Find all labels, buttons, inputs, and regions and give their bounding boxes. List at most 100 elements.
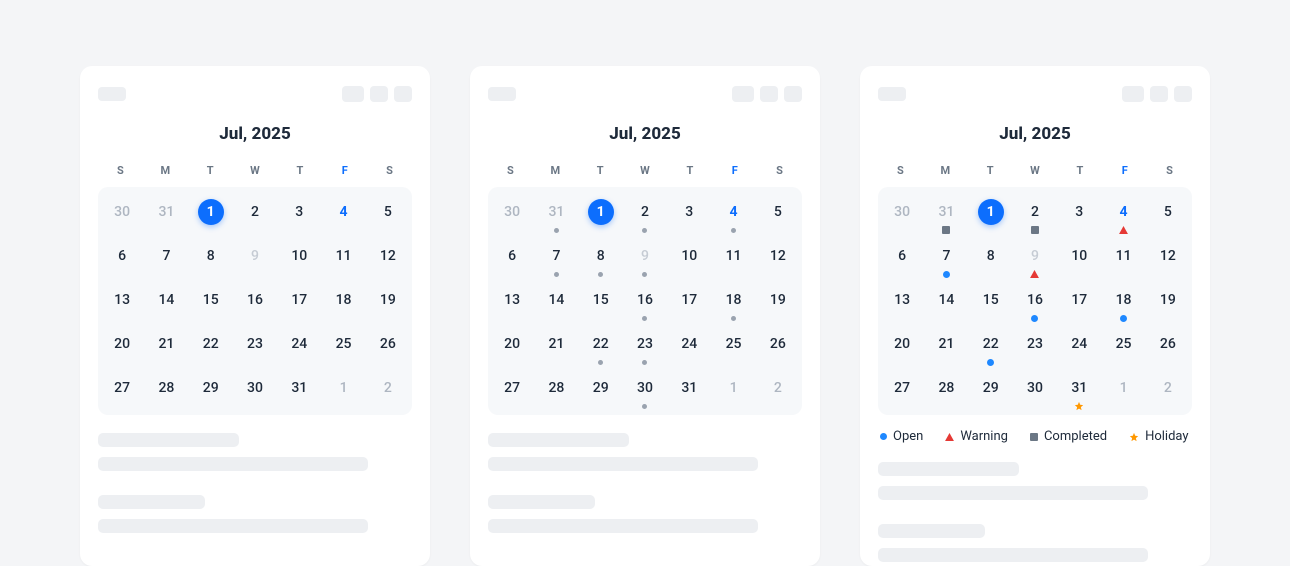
day-cell[interactable]: 27 <box>880 369 924 413</box>
day-cell[interactable]: 2 <box>756 369 800 413</box>
day-cell[interactable]: 1 <box>969 193 1013 237</box>
day-cell[interactable]: 5 <box>756 193 800 237</box>
day-cell[interactable]: 28 <box>534 369 578 413</box>
day-cell[interactable]: 5 <box>1146 193 1190 237</box>
day-cell[interactable]: 11 <box>1101 237 1145 281</box>
day-cell[interactable]: 26 <box>756 325 800 369</box>
day-cell[interactable]: 20 <box>880 325 924 369</box>
placeholder-action[interactable] <box>394 86 412 102</box>
day-cell[interactable]: 11 <box>321 237 365 281</box>
day-cell[interactable]: 30 <box>623 369 667 413</box>
day-cell[interactable]: 16 <box>1013 281 1057 325</box>
day-cell[interactable]: 26 <box>366 325 410 369</box>
day-cell[interactable]: 19 <box>1146 281 1190 325</box>
day-cell[interactable]: 15 <box>189 281 233 325</box>
day-cell[interactable]: 4 <box>321 193 365 237</box>
day-cell[interactable]: 17 <box>667 281 711 325</box>
day-cell[interactable]: 21 <box>144 325 188 369</box>
day-cell[interactable]: 4 <box>711 193 755 237</box>
day-cell[interactable]: 25 <box>711 325 755 369</box>
day-cell[interactable]: 7 <box>144 237 188 281</box>
day-cell[interactable]: 10 <box>667 237 711 281</box>
day-cell[interactable]: 9 <box>233 237 277 281</box>
day-cell[interactable]: 15 <box>969 281 1013 325</box>
day-cell[interactable]: 2 <box>366 369 410 413</box>
day-cell[interactable]: 3 <box>1057 193 1101 237</box>
day-cell[interactable]: 21 <box>924 325 968 369</box>
day-cell[interactable]: 6 <box>490 237 534 281</box>
day-cell[interactable]: 31 <box>277 369 321 413</box>
day-cell[interactable]: 14 <box>924 281 968 325</box>
day-cell[interactable]: 8 <box>579 237 623 281</box>
day-cell[interactable]: 20 <box>100 325 144 369</box>
day-cell[interactable]: 18 <box>711 281 755 325</box>
placeholder-action[interactable] <box>784 86 802 102</box>
placeholder-action[interactable] <box>732 86 754 102</box>
day-cell[interactable]: 22 <box>189 325 233 369</box>
day-cell[interactable]: 2 <box>233 193 277 237</box>
day-cell[interactable]: 23 <box>623 325 667 369</box>
day-cell[interactable]: 14 <box>534 281 578 325</box>
day-cell[interactable]: 9 <box>623 237 667 281</box>
day-cell[interactable]: 7 <box>534 237 578 281</box>
day-cell[interactable]: 14 <box>144 281 188 325</box>
day-cell[interactable]: 22 <box>579 325 623 369</box>
day-cell[interactable]: 29 <box>579 369 623 413</box>
placeholder-action[interactable] <box>1174 86 1192 102</box>
day-cell[interactable]: 19 <box>366 281 410 325</box>
day-cell[interactable]: 31 <box>924 193 968 237</box>
day-cell[interactable]: 31 <box>1057 369 1101 413</box>
day-cell[interactable]: 13 <box>880 281 924 325</box>
day-cell[interactable]: 15 <box>579 281 623 325</box>
day-cell[interactable]: 30 <box>100 193 144 237</box>
day-cell[interactable]: 26 <box>1146 325 1190 369</box>
day-cell[interactable]: 1 <box>189 193 233 237</box>
day-cell[interactable]: 29 <box>969 369 1013 413</box>
day-cell[interactable]: 12 <box>1146 237 1190 281</box>
day-cell[interactable]: 18 <box>1101 281 1145 325</box>
day-cell[interactable]: 18 <box>321 281 365 325</box>
day-cell[interactable]: 10 <box>277 237 321 281</box>
day-cell[interactable]: 20 <box>490 325 534 369</box>
day-cell[interactable]: 12 <box>366 237 410 281</box>
day-cell[interactable]: 23 <box>233 325 277 369</box>
day-cell[interactable]: 29 <box>189 369 233 413</box>
day-cell[interactable]: 3 <box>667 193 711 237</box>
day-cell[interactable]: 25 <box>1101 325 1145 369</box>
day-cell[interactable]: 24 <box>667 325 711 369</box>
day-cell[interactable]: 21 <box>534 325 578 369</box>
day-cell[interactable]: 1 <box>711 369 755 413</box>
day-cell[interactable]: 25 <box>321 325 365 369</box>
day-cell[interactable]: 31 <box>534 193 578 237</box>
day-cell[interactable]: 6 <box>880 237 924 281</box>
day-cell[interactable]: 2 <box>623 193 667 237</box>
day-cell[interactable]: 30 <box>880 193 924 237</box>
placeholder-action[interactable] <box>342 86 364 102</box>
placeholder-action[interactable] <box>370 86 388 102</box>
day-cell[interactable]: 27 <box>490 369 534 413</box>
day-cell[interactable]: 24 <box>277 325 321 369</box>
day-cell[interactable]: 28 <box>924 369 968 413</box>
day-cell[interactable]: 30 <box>233 369 277 413</box>
day-cell[interactable]: 8 <box>969 237 1013 281</box>
placeholder-action[interactable] <box>760 86 778 102</box>
day-cell[interactable]: 13 <box>490 281 534 325</box>
day-cell[interactable]: 27 <box>100 369 144 413</box>
day-cell[interactable]: 8 <box>189 237 233 281</box>
day-cell[interactable]: 5 <box>366 193 410 237</box>
day-cell[interactable]: 28 <box>144 369 188 413</box>
day-cell[interactable]: 24 <box>1057 325 1101 369</box>
day-cell[interactable]: 1 <box>1101 369 1145 413</box>
placeholder-action[interactable] <box>1122 86 1144 102</box>
day-cell[interactable]: 6 <box>100 237 144 281</box>
day-cell[interactable]: 1 <box>579 193 623 237</box>
day-cell[interactable]: 1 <box>321 369 365 413</box>
day-cell[interactable]: 17 <box>277 281 321 325</box>
day-cell[interactable]: 10 <box>1057 237 1101 281</box>
day-cell[interactable]: 13 <box>100 281 144 325</box>
day-cell[interactable]: 31 <box>667 369 711 413</box>
day-cell[interactable]: 31 <box>144 193 188 237</box>
day-cell[interactable]: 16 <box>233 281 277 325</box>
placeholder-action[interactable] <box>1150 86 1168 102</box>
day-cell[interactable]: 16 <box>623 281 667 325</box>
